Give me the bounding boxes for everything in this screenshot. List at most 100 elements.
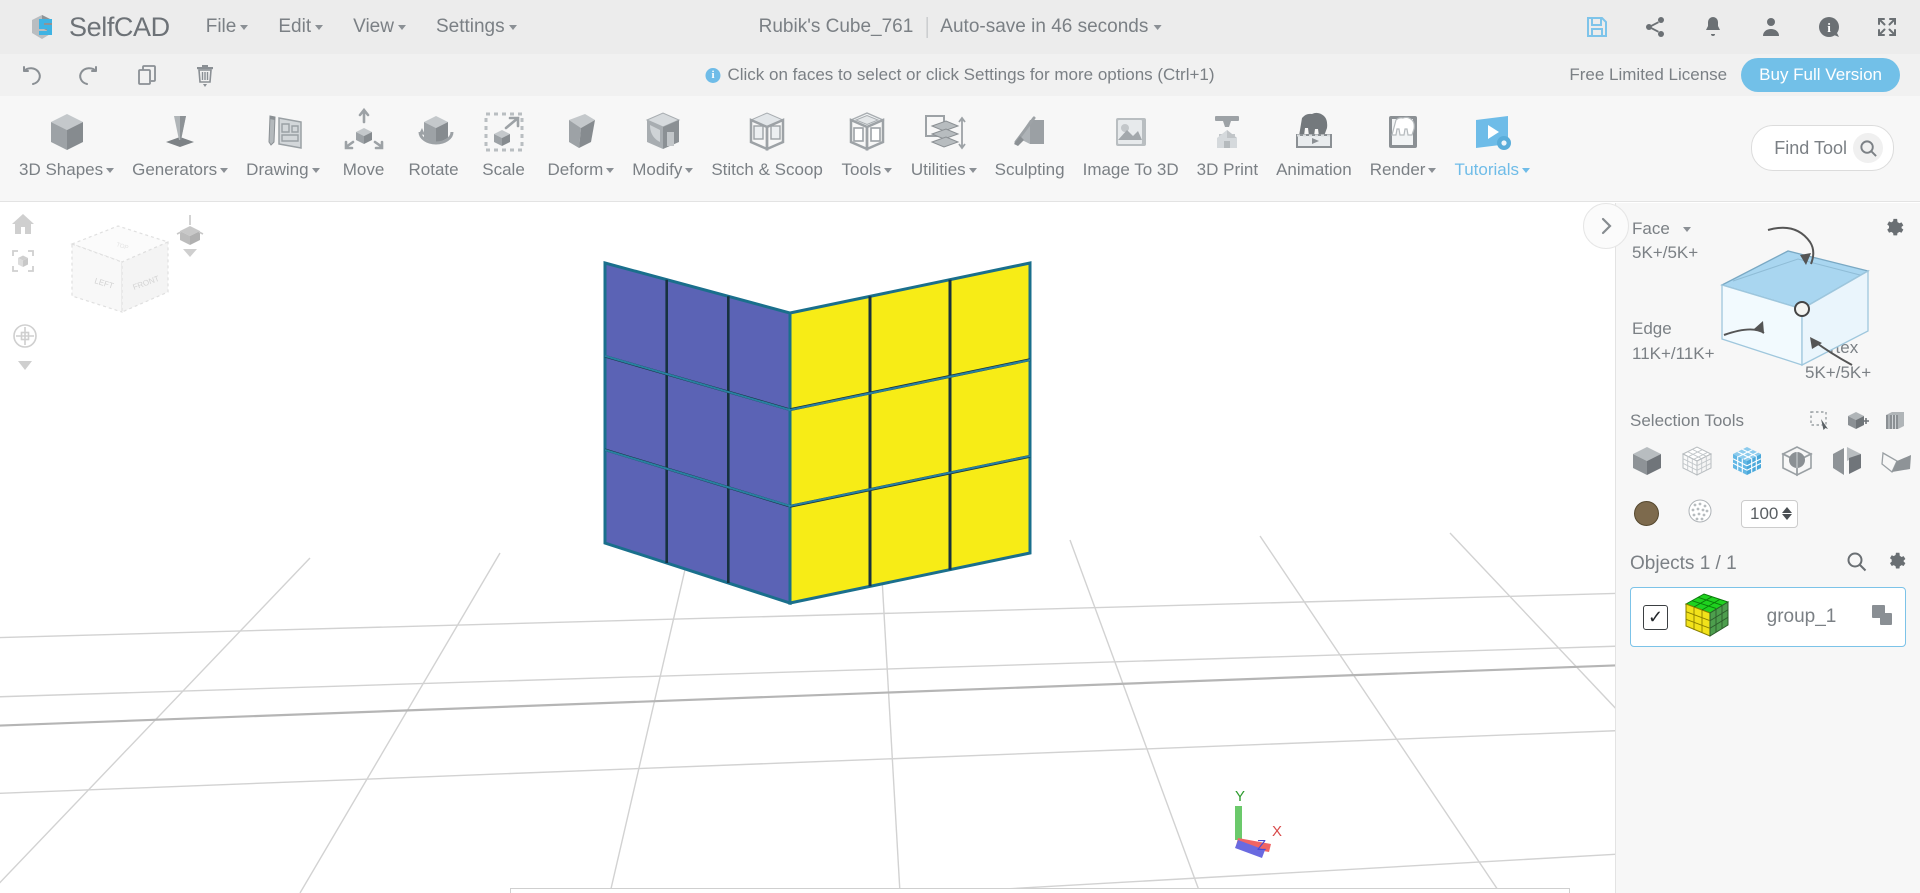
stepper-arrows-icon[interactable]	[1782, 507, 1795, 520]
fit-to-view-icon[interactable]	[10, 248, 40, 279]
duplicate-icon[interactable]	[1871, 604, 1893, 631]
3d-print-icon	[1201, 104, 1253, 160]
tool-tools[interactable]: Tools	[832, 96, 902, 180]
copy-icon[interactable]	[134, 62, 160, 88]
menu-item-edit[interactable]: Edit	[278, 16, 324, 38]
tool-deform-label: Deform	[548, 160, 615, 180]
find-tool-label: Find Tool	[1774, 137, 1847, 158]
tool-render[interactable]: Render	[1361, 96, 1446, 180]
perspective-icon[interactable]	[175, 213, 205, 264]
axis-label-z: Z	[1257, 837, 1266, 854]
orbit-icon[interactable]	[10, 321, 40, 356]
bell-icon[interactable]	[1700, 14, 1726, 40]
tool-sculpting[interactable]: Sculpting	[986, 96, 1074, 180]
through-select-icon[interactable]	[1884, 411, 1906, 431]
gear-icon[interactable]	[1885, 551, 1906, 577]
selection-mode-icon-row	[1630, 445, 1911, 482]
search-icon[interactable]	[1846, 551, 1867, 577]
panel-collapse-toggle[interactable]	[1583, 203, 1629, 249]
menu-item-view[interactable]: View	[353, 16, 406, 38]
tool-generators[interactable]: Generators	[123, 96, 237, 180]
tool-utilities-label: Utilities	[911, 160, 977, 180]
find-tool-search[interactable]: Find Tool	[1751, 125, 1894, 171]
axis-label-x: X	[1272, 823, 1282, 840]
tool-stitch-scoop[interactable]: Stitch & Scoop	[702, 96, 832, 180]
object-select-icon[interactable]	[1630, 445, 1664, 482]
tool-modify[interactable]: Modify	[623, 96, 702, 180]
tool-image-to-3d[interactable]: Image To 3D	[1074, 96, 1188, 180]
redo-icon[interactable]	[76, 62, 102, 88]
tool-rotate[interactable]: Rotate	[399, 96, 469, 180]
menu-item-settings[interactable]: Settings	[436, 16, 517, 38]
wireframe-select-icon[interactable]	[1680, 445, 1714, 482]
cube-left-face[interactable]	[603, 261, 792, 606]
rectangle-select-icon[interactable]	[1810, 411, 1832, 431]
tool-scale[interactable]: Scale	[469, 96, 539, 180]
3d-viewport[interactable]: LEFT FRONT TOP Y X Z	[0, 203, 1615, 893]
save-icon[interactable]	[1584, 14, 1610, 40]
material-color-swatch[interactable]	[1634, 501, 1659, 526]
main-toolbar: 3D Shapes Generators Drawing Move Rotate…	[0, 96, 1920, 202]
tool-3d-shapes-label: 3D Shapes	[19, 160, 115, 180]
tool-3d-shapes[interactable]: 3D Shapes	[10, 96, 123, 180]
share-icon[interactable]	[1642, 14, 1668, 40]
info-icon[interactable]: i	[1816, 14, 1842, 40]
menu-item-file-label: File	[205, 16, 237, 37]
menu-item-view-label: View	[353, 16, 394, 37]
autosave-status[interactable]: Auto-save in 46 seconds	[940, 16, 1162, 38]
buy-full-version-button[interactable]: Buy Full Version	[1741, 58, 1900, 92]
delete-icon[interactable]	[192, 62, 218, 88]
tool-3d-print[interactable]: 3D Print	[1188, 96, 1267, 180]
tool-sculpting-label: Sculpting	[994, 160, 1065, 179]
home-icon[interactable]	[10, 211, 40, 242]
chevron-down-icon	[106, 167, 115, 173]
axis-label-y: Y	[1235, 788, 1245, 805]
selection-tools-header: Selection Tools	[1630, 411, 1906, 431]
rubiks-cube-model[interactable]	[600, 253, 1120, 673]
texture-sphere-icon[interactable]	[1687, 498, 1713, 529]
chevron-down-icon	[311, 167, 320, 173]
cube-front-face[interactable]	[788, 261, 1032, 605]
brand-logo[interactable]: SelfCAD	[0, 11, 170, 43]
tool-utilities[interactable]: Utilities	[902, 96, 986, 180]
tool-tutorials[interactable]: Tutorials	[1445, 96, 1539, 180]
tool-animation[interactable]: Animation	[1267, 96, 1361, 180]
face-select-icon[interactable]	[1730, 445, 1764, 482]
objects-header-icons	[1846, 551, 1906, 577]
chevron-down-icon	[397, 24, 406, 30]
tool-tutorials-label: Tutorials	[1454, 160, 1531, 180]
box-select-icon[interactable]	[1846, 411, 1870, 431]
undo-icon[interactable]	[18, 62, 44, 88]
tool-drawing[interactable]: Drawing	[237, 96, 328, 180]
object-visibility-checkbox[interactable]: ✓	[1643, 604, 1668, 630]
hint-banner-text: Click on faces to select or click Settin…	[727, 65, 1215, 84]
top-menu-bar: SelfCAD File Edit View Settings Rubik's …	[0, 0, 1920, 54]
edge-label: Edge	[1632, 319, 1672, 338]
menu-item-file[interactable]: File	[206, 16, 249, 38]
tool-move[interactable]: Move	[329, 96, 399, 180]
opacity-stepper[interactable]: 100	[1741, 499, 1799, 528]
selection-diagram	[1680, 213, 1910, 403]
fullscreen-icon[interactable]	[1874, 14, 1900, 40]
tool-rotate-label: Rotate	[408, 160, 459, 179]
page-title: Rubik's Cube_761	[758, 16, 914, 37]
user-icon[interactable]	[1758, 14, 1784, 40]
chevron-down-icon	[606, 167, 615, 173]
tool-deform[interactable]: Deform	[539, 96, 624, 180]
chevron-down-icon	[884, 167, 893, 173]
rotate-icon	[408, 104, 460, 160]
opacity-value: 100	[1750, 503, 1779, 523]
selection-tools-label: Selection Tools	[1630, 411, 1745, 430]
stitch-scoop-icon	[741, 104, 793, 160]
list-item[interactable]: ✓ group_1	[1630, 587, 1906, 647]
tool-scale-label: Scale	[482, 160, 525, 179]
document-title-bar: Rubik's Cube_761 Auto-save in 46 seconds	[759, 16, 1162, 38]
polygon-select-icon[interactable]	[1880, 445, 1914, 482]
sphere-select-icon[interactable]	[1780, 445, 1814, 482]
chevron-down-icon[interactable]	[18, 357, 40, 375]
view-cube[interactable]: LEFT FRONT TOP	[60, 216, 180, 331]
split-select-icon[interactable]	[1830, 445, 1864, 482]
search-icon[interactable]	[1853, 133, 1883, 163]
objects-count-label: Objects 1 / 1	[1630, 553, 1737, 574]
selection-summary: Face 5K+/5K+ Edge 11K+/11K+ Vertex 5K+/5…	[1630, 211, 1906, 411]
